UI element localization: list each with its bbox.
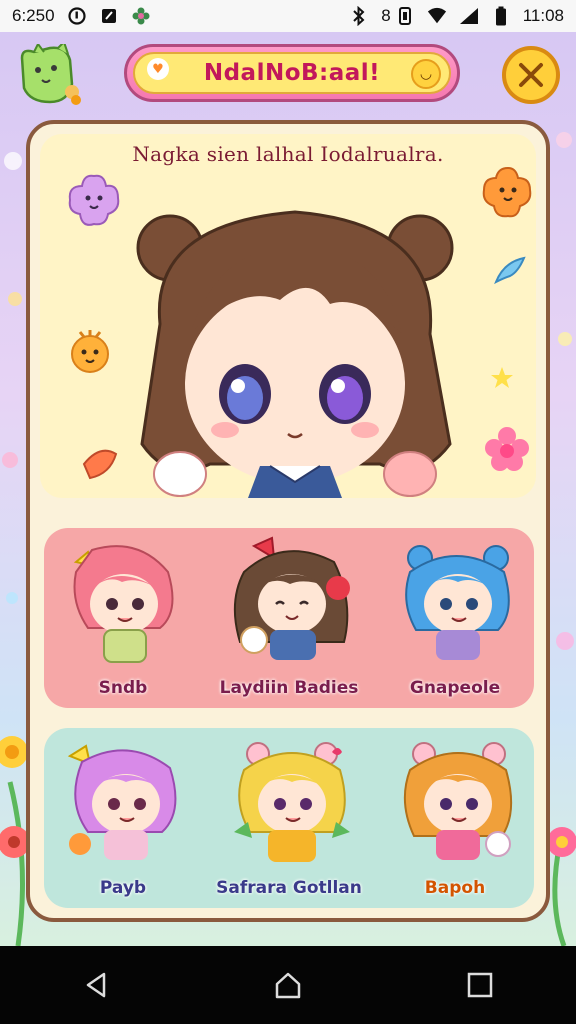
character-name: Bapoh bbox=[424, 878, 486, 898]
wifi-icon bbox=[427, 6, 447, 26]
back-button[interactable] bbox=[66, 955, 126, 1015]
smiley-icon: ◡ bbox=[411, 59, 441, 89]
signal-icon bbox=[459, 6, 479, 26]
battery-icon bbox=[491, 6, 511, 26]
bird-sticker-icon bbox=[494, 256, 526, 285]
character-laydiin-icon bbox=[233, 536, 350, 660]
bubble bbox=[558, 332, 572, 346]
note-icon bbox=[99, 6, 119, 26]
bubble bbox=[6, 592, 18, 604]
character-card[interactable]: Payb bbox=[48, 732, 198, 908]
character-name: Payb bbox=[99, 878, 147, 898]
status-bar: 6:250 8 11:08 bbox=[0, 0, 576, 32]
flower-icon bbox=[131, 6, 151, 26]
status-left: 6:250 bbox=[12, 6, 151, 26]
sun-sticker-icon bbox=[71, 330, 109, 373]
header-title-box: ♥ NdalNoB:aal! ◡ bbox=[133, 52, 451, 94]
leaf-sticker-icon bbox=[82, 449, 118, 480]
status-right: 8 11:08 bbox=[349, 6, 564, 26]
character-name: Gnapeole bbox=[409, 678, 501, 698]
bubble bbox=[4, 152, 22, 170]
character-row-2: Payb Safrara Gotllan Bapoh bbox=[44, 728, 534, 908]
app-icon-p bbox=[67, 6, 87, 26]
recents-button[interactable] bbox=[450, 955, 510, 1015]
character-name: Sndb bbox=[98, 678, 148, 698]
girl-portrait-icon bbox=[136, 210, 454, 498]
status-time-right: 11:08 bbox=[522, 6, 564, 25]
recents-icon bbox=[467, 972, 493, 998]
logo-button[interactable] bbox=[14, 40, 86, 110]
character-payb-icon bbox=[67, 744, 177, 860]
character-safrara-icon bbox=[234, 742, 350, 862]
header-title: NdalNoB:aal! bbox=[203, 60, 381, 86]
character-bapoh-icon bbox=[403, 742, 513, 860]
vibrate-icon bbox=[395, 6, 415, 26]
character-card[interactable]: Safrara Gotllan bbox=[214, 732, 364, 908]
character-name: Laydiin Badies bbox=[219, 678, 359, 698]
star-icon bbox=[491, 367, 513, 388]
main-panel: Nagka sien lalhal Iodalrualra. Sndb Layd… bbox=[26, 120, 550, 922]
bubble bbox=[556, 132, 572, 148]
status-time-left: 6:250 bbox=[12, 6, 55, 25]
hero-portrait-card: Nagka sien lalhal Iodalrualra. bbox=[40, 134, 536, 498]
header-banner: ♥ NdalNoB:aal! ◡ bbox=[124, 44, 460, 102]
character-gnapeole-icon bbox=[405, 545, 510, 660]
character-row-1: Sndb Laydiin Badies Gnapeole bbox=[44, 528, 534, 708]
hero-caption: Nagka sien lalhal Iodalrualra. bbox=[132, 142, 444, 166]
star-sticker-icon bbox=[482, 166, 532, 218]
character-card[interactable]: Bapoh bbox=[380, 732, 530, 908]
heart-icon: ♥ bbox=[147, 58, 169, 80]
character-card[interactable]: Sndb bbox=[48, 532, 198, 708]
navigation-bar bbox=[0, 946, 576, 1024]
close-button[interactable] bbox=[502, 46, 560, 104]
character-card[interactable]: Laydiin Badies bbox=[214, 532, 364, 708]
back-icon bbox=[86, 972, 106, 998]
app-screen: ♥ NdalNoB:aal! ◡ Nagka sien lalhal Iodal… bbox=[0, 32, 576, 946]
bluetooth-icon bbox=[349, 6, 369, 26]
flower-sticker-icon bbox=[68, 174, 120, 226]
close-icon bbox=[519, 63, 543, 87]
character-name: Safrara Gotllan bbox=[216, 878, 362, 898]
character-card[interactable]: Gnapeole bbox=[380, 532, 530, 708]
bubble bbox=[556, 632, 574, 650]
battery-level: 8 bbox=[381, 6, 391, 25]
cat-logo-icon bbox=[20, 40, 81, 105]
home-icon bbox=[275, 972, 301, 999]
bubble bbox=[8, 292, 22, 306]
home-button[interactable] bbox=[258, 955, 318, 1015]
pink-flower-sticker-icon bbox=[485, 427, 529, 471]
bubble bbox=[2, 452, 18, 468]
character-sndb-icon bbox=[73, 545, 174, 663]
